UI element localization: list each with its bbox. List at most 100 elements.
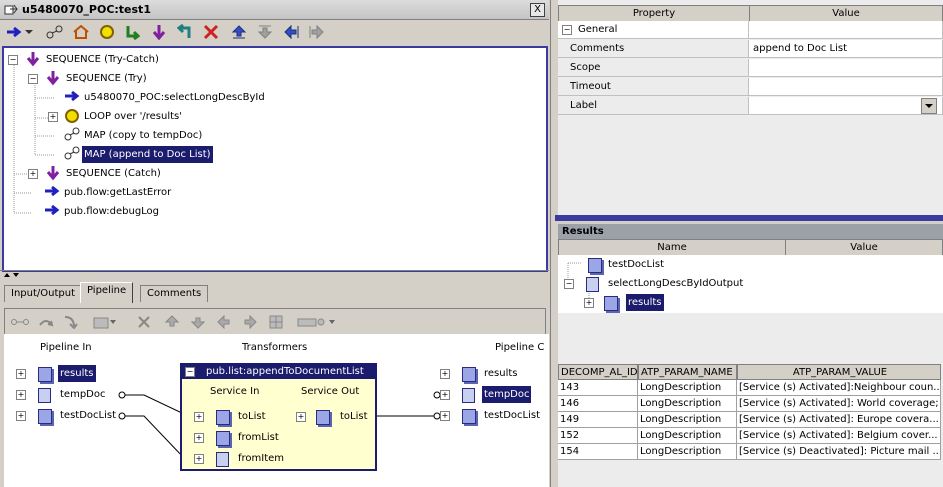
- return-icon[interactable]: [176, 23, 194, 41]
- collapse-icon[interactable]: −: [564, 279, 574, 289]
- pipeline-item-label: testDocList: [60, 410, 117, 421]
- property-value-comments[interactable]: append to Doc List: [749, 40, 943, 58]
- table-cell[interactable]: [Service (s) Activated]: Europe covera..…: [737, 412, 941, 428]
- property-column-header[interactable]: Property: [558, 5, 750, 22]
- delete-icon[interactable]: [135, 313, 153, 331]
- table-cell[interactable]: 143: [558, 380, 638, 396]
- invoke-icon: [45, 204, 60, 216]
- table-cell[interactable]: [Service (s) Activated]:Neighbour coun..…: [737, 380, 941, 396]
- service-field-label: fromList: [238, 432, 279, 443]
- home-icon[interactable]: [72, 23, 90, 41]
- flow-toolbar: [0, 20, 549, 44]
- result-item-label: testDocList: [608, 259, 665, 270]
- step-into-icon[interactable]: [6, 23, 24, 41]
- move-up-icon[interactable]: [163, 313, 181, 331]
- value-column-header[interactable]: Value: [749, 5, 943, 22]
- table-cell[interactable]: [Service (s) Activated]: World coverage;: [737, 396, 941, 412]
- expand-icon[interactable]: +: [28, 169, 38, 179]
- collapse-icon[interactable]: −: [185, 367, 195, 377]
- service-field-label: toList: [238, 411, 266, 422]
- move-down-icon[interactable]: [256, 23, 274, 41]
- move-left-icon[interactable]: [282, 23, 300, 41]
- results-value-column-header[interactable]: Value: [785, 239, 943, 256]
- pipeline-item-label: results: [58, 365, 96, 382]
- tab-input-output[interactable]: Input/Output: [4, 285, 82, 302]
- move-down-icon[interactable]: [189, 313, 207, 331]
- close-button[interactable]: X: [530, 3, 545, 17]
- expand-icon[interactable]: +: [16, 411, 26, 421]
- expand-icon[interactable]: +: [16, 390, 26, 400]
- tab-comments[interactable]: Comments: [140, 285, 209, 302]
- splitter-arrows-icon[interactable]: [3, 272, 23, 278]
- vertical-splitter[interactable]: [550, 0, 556, 487]
- group-label: General: [578, 24, 618, 35]
- tab-pipeline[interactable]: Pipeline: [80, 282, 134, 303]
- table-cell[interactable]: 149: [558, 412, 638, 428]
- collapse-icon[interactable]: −: [562, 25, 572, 35]
- undo-icon[interactable]: [61, 313, 79, 331]
- column-header[interactable]: ATP_PARAM_NAME: [638, 364, 737, 380]
- property-group-general[interactable]: − General: [558, 21, 749, 39]
- step-down-icon[interactable]: [150, 23, 168, 41]
- sequence-icon: [46, 166, 60, 181]
- table-cell[interactable]: 154: [558, 444, 638, 460]
- expand-icon[interactable]: +: [584, 298, 594, 308]
- move-right-icon[interactable]: [241, 313, 259, 331]
- results-name-column-header[interactable]: Name: [558, 239, 786, 256]
- properties-panel: Property Value − General Comments append…: [558, 0, 943, 215]
- pipeline-modifier-icon[interactable]: [297, 313, 337, 331]
- expand-icon[interactable]: +: [16, 369, 26, 379]
- transformer-title-bar[interactable]: − pub.list:appendToDocumentList: [182, 365, 375, 379]
- property-value-label[interactable]: [749, 97, 943, 115]
- insert-icon[interactable]: [93, 313, 117, 331]
- collapse-icon[interactable]: −: [28, 74, 38, 84]
- table-cell[interactable]: LongDescription: [638, 380, 737, 396]
- loop-icon[interactable]: [98, 23, 116, 41]
- move-up-icon[interactable]: [230, 23, 248, 41]
- column-header[interactable]: ATP_PARAM_VALUE: [737, 364, 941, 380]
- move-left-icon[interactable]: [215, 313, 233, 331]
- document-icon: [216, 452, 229, 467]
- service-field-label: toList: [340, 411, 368, 422]
- document-list-icon: [38, 409, 52, 424]
- pipeline-item-label: results: [484, 368, 518, 379]
- table-cell[interactable]: LongDescription: [638, 412, 737, 428]
- table-cell[interactable]: 146: [558, 396, 638, 412]
- column-header[interactable]: DECOMP_AL_ID: [558, 364, 638, 380]
- grid-icon[interactable]: [267, 313, 285, 331]
- document-list-icon: [462, 409, 476, 424]
- table-cell[interactable]: [Service (s) Deactivated]: Picture mail …: [737, 444, 941, 460]
- expand-icon[interactable]: +: [194, 433, 204, 443]
- document-list-icon: [216, 431, 230, 446]
- pipeline-toolbar: [4, 308, 546, 336]
- pane-splitter[interactable]: [0, 270, 549, 278]
- table-cell[interactable]: 152: [558, 428, 638, 444]
- step-over-icon[interactable]: [46, 23, 64, 41]
- expand-icon[interactable]: +: [296, 412, 306, 422]
- link-icon[interactable]: [11, 313, 29, 331]
- table-cell[interactable]: [Service (s) Activated]: Belgium cover..…: [737, 428, 941, 444]
- chevron-down-icon[interactable]: [24, 23, 34, 41]
- expand-icon[interactable]: +: [440, 390, 450, 400]
- expand-icon[interactable]: +: [440, 369, 450, 379]
- move-right-icon[interactable]: [308, 23, 326, 41]
- expand-icon[interactable]: +: [48, 112, 58, 122]
- panel-divider[interactable]: [555, 215, 943, 221]
- property-name-scope: Scope: [558, 59, 749, 77]
- transformer-box[interactable]: − pub.list:appendToDocumentList Service …: [180, 363, 377, 471]
- table-cell[interactable]: LongDescription: [638, 444, 737, 460]
- window-titlebar: u5480070_POC:test1 X: [0, 0, 549, 20]
- delete-icon[interactable]: [202, 23, 220, 41]
- branch-icon[interactable]: [124, 23, 142, 41]
- expand-icon[interactable]: +: [194, 412, 204, 422]
- property-value-scope[interactable]: [749, 59, 943, 77]
- expand-icon[interactable]: +: [440, 411, 450, 421]
- property-value-timeout[interactable]: [749, 78, 943, 96]
- table-cell[interactable]: LongDescription: [638, 428, 737, 444]
- table-cell[interactable]: LongDescription: [638, 396, 737, 412]
- label-dropdown-button[interactable]: [921, 98, 937, 114]
- sequence-icon: [26, 52, 40, 67]
- collapse-icon[interactable]: −: [8, 55, 18, 65]
- expand-icon[interactable]: +: [194, 454, 204, 464]
- redo-icon[interactable]: [37, 313, 55, 331]
